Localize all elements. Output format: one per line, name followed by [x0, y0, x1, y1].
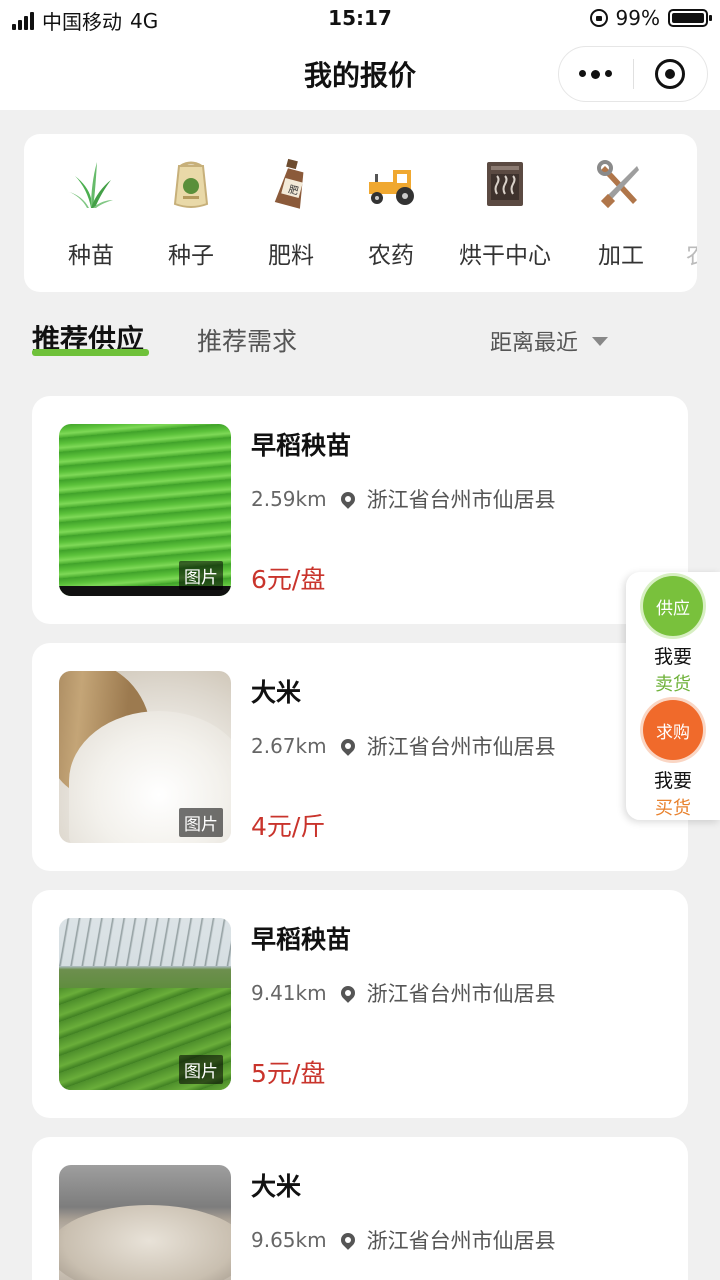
battery-fill: [672, 13, 704, 23]
image-tag: 图片: [179, 1055, 223, 1084]
product-distance: 2.67km: [251, 734, 327, 758]
category-label: 加工: [598, 243, 644, 269]
product-image[interactable]: [59, 1165, 231, 1280]
product-distance: 9.65km: [251, 1228, 327, 1252]
tab-active-underline: [32, 349, 149, 356]
tab-recommended-demand[interactable]: 推荐需求: [197, 322, 297, 358]
location-pin-icon: [337, 1230, 358, 1250]
product-price: 4元/斤: [251, 812, 326, 841]
status-bar: 中国移动 4G 15:17 99%: [0, 0, 720, 36]
floating-action-panel: 供应 我要 卖货 求购 我要 买货: [626, 572, 720, 820]
product-image[interactable]: 图片: [59, 424, 231, 596]
battery-icon: [668, 9, 712, 27]
product-name: 大米: [251, 1172, 302, 1201]
close-mini-program-button[interactable]: [634, 46, 708, 102]
more-button[interactable]: [559, 46, 633, 102]
tools-icon: [597, 160, 639, 209]
dryer-icon: [487, 162, 523, 206]
target-icon: [655, 59, 686, 89]
product-meta: 2.59km 浙江省台州市仙居县: [251, 484, 556, 514]
tractor-icon: [369, 170, 414, 205]
image-tag: 图片: [179, 561, 223, 590]
product-name: 大米: [251, 678, 302, 707]
product-meta: 9.65km 浙江省台州市仙居县: [251, 1225, 556, 1255]
caret-down-icon: [592, 336, 609, 346]
supply-button[interactable]: 供应: [643, 576, 703, 636]
location-pin-icon: [337, 489, 358, 509]
fertilizer-bottle-icon: 肥: [274, 158, 304, 209]
buy-line1[interactable]: 我要: [626, 766, 720, 793]
sell-line1[interactable]: 我要: [626, 642, 720, 669]
category-item-pesticide[interactable]: 农药: [336, 134, 446, 292]
category-item-processing[interactable]: 加工: [566, 134, 676, 292]
product-price: 6元/盘: [251, 565, 326, 594]
product-distance: 9.41km: [251, 981, 327, 1005]
seed-bag-icon: [173, 161, 209, 208]
product-address: 浙江省台州市仙居县: [366, 488, 556, 512]
product-card[interactable]: 大米 9.65km 浙江省台州市仙居县: [32, 1137, 688, 1280]
product-card[interactable]: 图片 早稻秧苗 2.59km 浙江省台州市仙居县 6元/盘: [32, 396, 688, 624]
category-item-fertilizer[interactable]: 肥 肥料: [236, 134, 346, 292]
category-label: 农药: [368, 243, 414, 269]
product-card[interactable]: 图片 早稻秧苗 9.41km 浙江省台州市仙居县 5元/盘: [32, 890, 688, 1118]
category-item-seed[interactable]: 种子: [136, 134, 246, 292]
mini-program-capsule: [558, 46, 708, 102]
category-label: 种子: [168, 243, 214, 269]
sort-label: 距离最近: [490, 331, 579, 356]
product-image[interactable]: 图片: [59, 671, 231, 843]
seedling-icon: [69, 162, 113, 208]
product-price: 5元/盘: [251, 1059, 326, 1088]
location-pin-icon: [337, 983, 358, 1003]
product-address: 浙江省台州市仙居县: [366, 1229, 556, 1253]
image-tag: 图片: [179, 808, 223, 837]
location-pin-icon: [337, 736, 358, 756]
product-name: 早稻秧苗: [251, 431, 352, 460]
rotation-lock-icon: [589, 9, 608, 27]
product-address: 浙江省台州市仙居县: [366, 982, 556, 1006]
category-item-drying[interactable]: 烘干中心: [450, 134, 560, 292]
product-image[interactable]: 图片: [59, 918, 231, 1090]
buy-line2[interactable]: 买货: [626, 794, 720, 820]
product-meta: 2.67km 浙江省台州市仙居县: [251, 731, 556, 761]
more-dots-icon: [579, 69, 613, 79]
product-card[interactable]: 图片 大米 2.67km 浙江省台州市仙居县 4元/斤: [32, 643, 688, 871]
category-label: 烘干中心: [459, 243, 551, 269]
category-label: 肥料: [268, 243, 314, 269]
category-label: 农: [686, 236, 697, 270]
category-card: 种苗 种子 肥 肥料 农药 烘干中心 加工: [24, 134, 697, 292]
battery-percent: 99%: [615, 6, 660, 30]
status-right: 99%: [589, 6, 712, 30]
demand-button[interactable]: 求购: [643, 700, 703, 760]
product-name: 早稻秧苗: [251, 925, 352, 954]
sort-dropdown[interactable]: 距离最近: [490, 325, 609, 357]
nav-bar: 我的报价: [0, 36, 720, 110]
product-meta: 9.41km 浙江省台州市仙居县: [251, 978, 556, 1008]
category-label: 种苗: [68, 243, 114, 269]
category-item-partial[interactable]: 农: [672, 134, 697, 292]
product-distance: 2.59km: [251, 487, 327, 511]
sell-line2[interactable]: 卖货: [626, 670, 720, 696]
product-address: 浙江省台州市仙居县: [366, 735, 556, 759]
category-item-seedling[interactable]: 种苗: [36, 134, 146, 292]
